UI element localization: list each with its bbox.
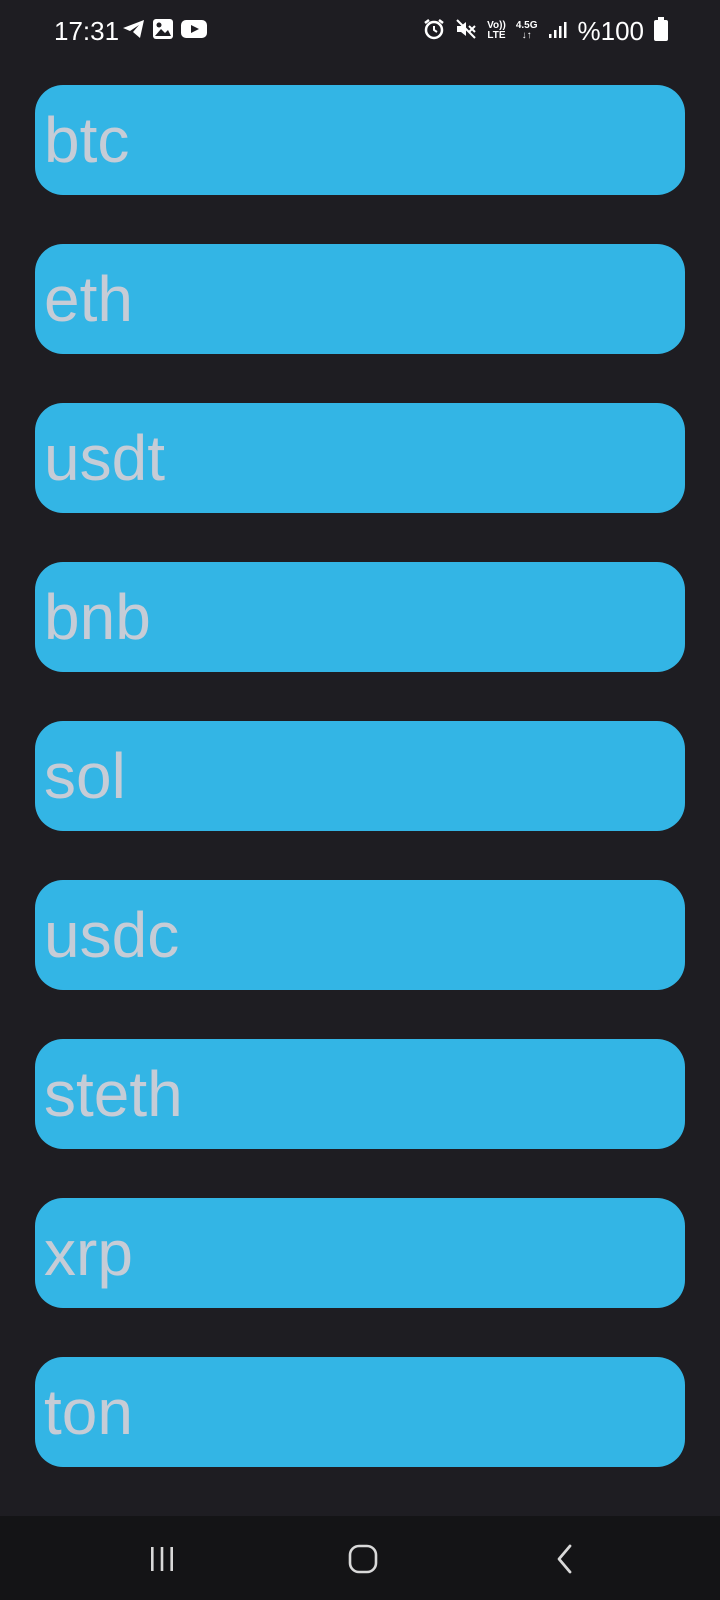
- recent-apps-icon: [151, 1547, 173, 1571]
- telegram-icon: [122, 18, 146, 45]
- coin-label: usdc: [44, 899, 180, 971]
- coin-button-usdt[interactable]: usdt: [35, 403, 685, 513]
- signal-icon: [548, 19, 568, 44]
- coin-button-bnb[interactable]: bnb: [35, 562, 685, 672]
- network-icon: 4.5G ↓↑: [516, 21, 538, 41]
- recent-apps-button[interactable]: [137, 1534, 187, 1584]
- battery-percent: %100: [577, 16, 645, 46]
- coin-label: xrp: [44, 1217, 133, 1289]
- coin-list: btc eth usdt bnb sol usdc steth xrp ton: [35, 85, 685, 1516]
- coin-label: btc: [44, 104, 130, 176]
- coin-label: bnb: [44, 581, 151, 653]
- coin-button-btc[interactable]: btc: [35, 85, 685, 195]
- youtube-icon: [180, 18, 208, 45]
- image-icon: [152, 18, 174, 45]
- volte-icon: Vo)) LTE: [487, 21, 506, 41]
- coin-button-usdc[interactable]: usdc: [35, 880, 685, 990]
- coin-label: eth: [44, 263, 133, 335]
- status-notification-icons: [122, 18, 208, 45]
- status-time: 17:31: [54, 16, 120, 46]
- coin-label: usdt: [44, 422, 165, 494]
- coin-button-ton[interactable]: ton: [35, 1357, 685, 1467]
- mute-icon: [455, 18, 477, 45]
- coin-label: steth: [44, 1058, 183, 1130]
- volte-bottom-label: LTE: [487, 30, 506, 41]
- coin-button-sol[interactable]: sol: [35, 721, 685, 831]
- coin-label: ton: [44, 1376, 133, 1448]
- home-button[interactable]: [338, 1534, 388, 1584]
- alarm-icon: [423, 18, 445, 45]
- coin-label: sol: [44, 740, 126, 812]
- back-button[interactable]: [540, 1534, 590, 1584]
- battery-icon: [654, 16, 668, 46]
- status-bar: 17:31 Vo)) LTE 4.5G ↓↑ %100: [0, 0, 720, 62]
- status-system-icons: Vo)) LTE 4.5G ↓↑ %100: [423, 14, 668, 48]
- coin-button-eth[interactable]: eth: [35, 244, 685, 354]
- coin-button-xrp[interactable]: xrp: [35, 1198, 685, 1308]
- network-activity-label: ↓↑: [521, 30, 532, 41]
- coin-button-steth[interactable]: steth: [35, 1039, 685, 1149]
- navigation-bar: [0, 1516, 720, 1600]
- home-icon: [348, 1544, 378, 1574]
- back-icon: [557, 1544, 572, 1574]
